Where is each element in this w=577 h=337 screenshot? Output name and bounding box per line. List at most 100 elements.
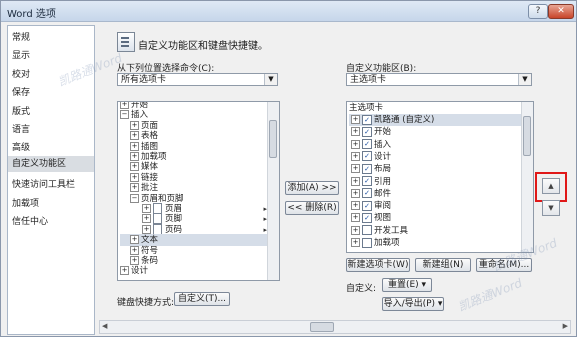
expand-icon[interactable]: + [142, 214, 151, 224]
sidebar-item-advanced[interactable]: 高级 [12, 140, 30, 153]
choose-commands-combo[interactable]: 所有选项卡 ▼ [117, 73, 278, 86]
expand-icon[interactable]: + [130, 172, 139, 182]
import-export-dropdown[interactable]: 导入/导出(P) ▾ [382, 297, 444, 311]
commands-tree-item[interactable]: + 设计 [120, 265, 267, 277]
tab-checkbox[interactable] [362, 225, 372, 236]
ribbon-tab-label: 加载项 [374, 238, 400, 248]
sidebar-item-proofing[interactable]: 校对 [12, 67, 30, 80]
scroll-right-icon[interactable]: ▶ [563, 321, 568, 331]
expand-icon[interactable]: + [142, 224, 151, 234]
tab-checkbox[interactable] [362, 237, 372, 248]
ribbon-tab-item[interactable]: + ✓ 凯路通 (自定义) [349, 114, 521, 126]
chevron-down-icon: ▼ [518, 74, 531, 85]
ribbon-tabs-tree[interactable]: 主选项卡 + ✓ 凯路通 (自定义) + ✓ 开始 + ✓ 插入 + ✓ 设计 + ✓ 布局 + ✓ 引用 + ✓ 邮件… [346, 101, 534, 253]
word-options-window: Word 选项 ? ✕ 常规 显示 校对 保存 版式 语言 高级 自定义功能区 … [0, 0, 577, 337]
page-icon [153, 203, 162, 214]
reset-dropdown[interactable]: 重置(E) ▾ [382, 278, 432, 292]
ribbon-tab-item[interactable]: + ✓ 布局 [349, 163, 521, 175]
expand-icon[interactable]: + [130, 245, 139, 255]
horizontal-scroll-thumb[interactable] [310, 322, 334, 332]
commands-tree[interactable]: + 开始 − 插入 + 页面 + 表格 + 插图 + 加载项 + 媒体 + 链接 + 批注 − 页眉和页脚 + 页眉 ▸ + 页… [117, 101, 280, 281]
ribbon-tab-item[interactable]: + ✓ 设计 [349, 151, 521, 163]
tab-checkbox[interactable]: ✓ [362, 163, 372, 174]
expand-icon[interactable]: + [351, 139, 360, 149]
customize-ribbon-value: 主选项卡 [350, 75, 387, 85]
expand-icon[interactable]: + [130, 141, 139, 151]
expand-icon[interactable]: + [351, 127, 360, 137]
ribbon-tree-scrollbar[interactable] [521, 102, 533, 252]
ribbon-tab-label: 视图 [374, 213, 392, 224]
customize-ribbon-icon [117, 32, 135, 52]
expand-icon[interactable]: + [130, 183, 139, 193]
customize-ribbon-combo[interactable]: 主选项卡 ▼ [346, 73, 532, 86]
help-button[interactable]: ? [528, 4, 548, 19]
tab-checkbox[interactable]: ✓ [362, 114, 372, 125]
ribbon-tree-scroll-thumb[interactable] [523, 116, 531, 156]
scroll-left-icon[interactable]: ◀ [102, 321, 107, 331]
tab-checkbox[interactable]: ✓ [362, 200, 372, 211]
expand-icon[interactable]: + [351, 238, 360, 247]
sidebar-item-layout[interactable]: 版式 [12, 104, 30, 117]
choose-commands-value: 所有选项卡 [121, 75, 167, 85]
ribbon-tab-item[interactable]: + ✓ 引用 [349, 176, 521, 188]
new-tab-button[interactable]: 新建选项卡(W) [346, 258, 410, 272]
ribbon-tab-item[interactable]: + ✓ 开始 [349, 126, 521, 138]
expand-icon[interactable]: + [351, 188, 360, 198]
expand-icon[interactable]: + [130, 235, 139, 245]
expand-icon[interactable]: + [351, 213, 360, 223]
tab-checkbox[interactable]: ✓ [362, 176, 372, 186]
expand-icon[interactable]: + [130, 152, 139, 161]
sidebar-item-language[interactable]: 语言 [12, 122, 30, 135]
expand-icon[interactable]: + [130, 162, 139, 172]
sidebar-item-customize-ribbon[interactable]: 自定义功能区 [8, 156, 94, 172]
customize-shortcuts-button[interactable]: 自定义(T)... [174, 292, 230, 306]
expand-icon[interactable]: + [130, 120, 139, 130]
ribbon-tab-item[interactable]: + 开发工具 [349, 225, 521, 237]
sidebar-item-quick-access[interactable]: 快速访问工具栏 [12, 177, 75, 190]
custom-label: 自定义: [346, 284, 377, 294]
tab-checkbox[interactable]: ✓ [362, 139, 372, 150]
expand-icon[interactable]: + [120, 102, 129, 109]
expand-icon[interactable]: + [120, 266, 129, 276]
sidebar-item-trust-center[interactable]: 信任中心 [12, 214, 48, 227]
collapse-icon[interactable]: − [130, 193, 139, 203]
window-title: Word 选项 [7, 9, 56, 20]
expand-icon[interactable]: + [351, 164, 360, 174]
sidebar-item-save[interactable]: 保存 [12, 85, 30, 98]
expand-icon[interactable]: + [130, 256, 139, 265]
new-group-button[interactable]: 新建组(N) [415, 258, 471, 272]
commands-tree-scroll-thumb[interactable] [269, 120, 277, 158]
add-button[interactable]: 添加(A) >> [285, 181, 339, 195]
move-down-button[interactable]: ▼ [542, 200, 560, 216]
horizontal-scrollbar[interactable]: ◀ ▶ [99, 320, 571, 334]
sidebar-item-general[interactable]: 常规 [12, 30, 30, 43]
expand-icon[interactable]: + [351, 225, 360, 235]
ribbon-tab-label: 引用 [374, 176, 392, 187]
expand-icon[interactable]: + [351, 176, 360, 186]
expand-icon[interactable]: + [351, 151, 360, 161]
close-button[interactable]: ✕ [548, 4, 574, 19]
expand-icon[interactable]: + [142, 204, 151, 213]
remove-button[interactable]: << 删除(R) [285, 201, 339, 215]
tab-checkbox[interactable]: ✓ [362, 188, 372, 199]
ribbon-tab-item[interactable]: + ✓ 审阅 [349, 200, 521, 212]
expand-icon[interactable]: + [351, 115, 360, 124]
tab-checkbox[interactable]: ✓ [362, 126, 372, 137]
commands-tree-scrollbar[interactable] [267, 102, 279, 280]
tab-checkbox[interactable]: ✓ [362, 212, 372, 223]
expand-icon[interactable]: + [351, 201, 360, 211]
ribbon-tab-item[interactable]: + ✓ 视图 [349, 212, 521, 224]
sidebar-item-addins[interactable]: 加载项 [12, 196, 39, 209]
ribbon-tab-item[interactable]: + 加载项 [349, 237, 521, 249]
tab-checkbox[interactable]: ✓ [362, 151, 372, 162]
commands-tree-item-label: 设计 [131, 266, 149, 277]
sidebar-item-display[interactable]: 显示 [12, 48, 30, 61]
page-icon [153, 213, 162, 225]
ribbon-tab-item[interactable]: + ✓ 邮件 [349, 188, 521, 200]
collapse-icon[interactable]: − [120, 110, 129, 120]
keyboard-shortcuts-label: 键盘快捷方式: [117, 298, 175, 308]
ribbon-tab-item[interactable]: + ✓ 插入 [349, 139, 521, 151]
ribbon-tab-label: 设计 [374, 151, 392, 162]
expand-icon[interactable]: + [130, 131, 139, 141]
ribbon-tab-label: 布局 [374, 164, 392, 175]
